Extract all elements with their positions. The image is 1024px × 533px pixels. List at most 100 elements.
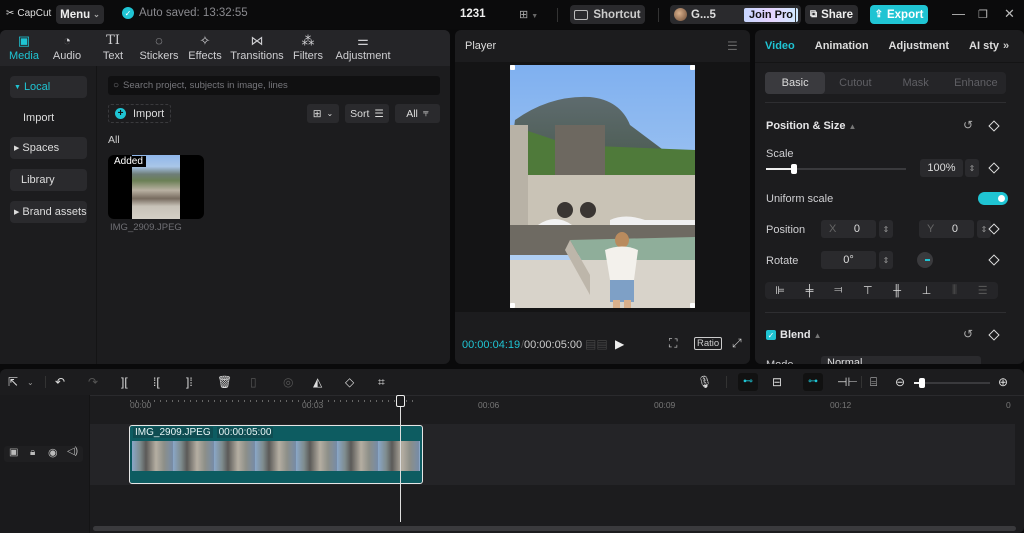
tab-adjustment[interactable]: ⚌ Adjustment bbox=[330, 30, 396, 66]
tab-transitions[interactable]: ⋈ Transitions bbox=[228, 30, 286, 66]
timeline-clip[interactable]: IMG_2909.JPEG 00:00:05:00 bbox=[129, 425, 423, 484]
crop-icon[interactable]: ⌗ bbox=[378, 375, 385, 390]
redo-icon[interactable]: ↷ bbox=[88, 375, 98, 389]
lock-icon[interactable]: 🔒︎ bbox=[30, 447, 35, 458]
resize-handle[interactable] bbox=[690, 303, 695, 308]
split-left-icon[interactable]: ⁞[ bbox=[153, 375, 160, 389]
zoom-out-icon[interactable]: ⊖ bbox=[895, 375, 905, 389]
microphone-icon[interactable]: 🎙 bbox=[697, 375, 712, 389]
position-size-title[interactable]: Position & Size ▲ bbox=[766, 120, 856, 132]
blend-title[interactable]: Blend ▲ bbox=[780, 329, 822, 341]
split-icon[interactable]: ][ bbox=[121, 375, 128, 389]
volume-icon[interactable]: ◁) bbox=[67, 446, 78, 457]
timeline-scrollbar[interactable] bbox=[93, 526, 1016, 531]
blend-mode-select[interactable]: Normal bbox=[821, 356, 981, 364]
tab-ai-style[interactable]: AI sty bbox=[959, 40, 1003, 52]
preview-image[interactable] bbox=[510, 65, 695, 308]
search-input[interactable]: ○ Search project, subjects in image, lin… bbox=[108, 76, 440, 95]
resize-handle[interactable] bbox=[510, 303, 515, 308]
scale-slider[interactable] bbox=[766, 164, 906, 174]
select-cursor-icon[interactable]: ⇱ bbox=[8, 375, 18, 389]
sidebar-item-brand-assets[interactable]: ▶ Brand assets bbox=[10, 201, 87, 223]
blend-checkbox[interactable]: ✓ bbox=[766, 330, 776, 340]
tab-video[interactable]: Video bbox=[755, 40, 805, 52]
fit-timeline-icon[interactable]: ⌸ bbox=[870, 375, 877, 390]
export-button[interactable]: ⇪ Export bbox=[870, 5, 928, 24]
scale-input[interactable]: 100% bbox=[920, 159, 963, 177]
view-mode-button[interactable]: ⊞ ⌄ bbox=[307, 104, 339, 123]
undo-icon[interactable]: ↶ bbox=[55, 375, 65, 389]
track-video-icon[interactable]: ▣ bbox=[9, 447, 18, 458]
scale-slider-handle[interactable] bbox=[791, 164, 797, 174]
align-right-icon[interactable]: ⫤ bbox=[834, 284, 842, 297]
chevron-down-icon[interactable]: ⌄ bbox=[27, 378, 34, 387]
hamburger-menu-icon[interactable]: ☰ bbox=[727, 39, 738, 53]
split-right-icon[interactable]: ]⁞ bbox=[186, 375, 193, 389]
ratio-button[interactable]: Ratio bbox=[694, 337, 723, 350]
align-top-icon[interactable]: ⊤ bbox=[863, 284, 873, 297]
subtab-cutout[interactable]: Cutout bbox=[825, 72, 885, 94]
reset-icon[interactable]: ↺ bbox=[963, 118, 973, 132]
shortcut-button[interactable]: Shortcut bbox=[570, 5, 645, 24]
timeline-zoom-handle[interactable] bbox=[918, 378, 925, 388]
fullscreen-icon[interactable]: ⤢ bbox=[732, 336, 742, 351]
user-account[interactable]: G...5 Join Pro bbox=[670, 5, 801, 24]
close-icon[interactable]: ✕ bbox=[1004, 6, 1015, 22]
position-x-stepper[interactable]: ⇕ bbox=[879, 220, 893, 238]
rotate-input[interactable]: 0° bbox=[821, 251, 876, 269]
timeline-ruler[interactable]: 00:00 00:03 00:06 00:09 00:12 0 bbox=[90, 395, 1024, 414]
rotate-icon[interactable]: ◇ bbox=[345, 375, 354, 389]
menu-button[interactable]: Menu ⌄ bbox=[56, 5, 104, 24]
tab-filters[interactable]: ⁂ Filters bbox=[286, 30, 330, 66]
tab-animation[interactable]: Animation bbox=[805, 40, 879, 52]
reverse-icon[interactable]: ◎ bbox=[283, 375, 293, 389]
tab-media[interactable]: ▣ Media bbox=[4, 30, 44, 66]
reset-icon[interactable]: ↺ bbox=[963, 327, 973, 341]
delete-icon[interactable]: 🗑 bbox=[217, 375, 232, 389]
align-bottom-icon[interactable]: ⊥ bbox=[922, 284, 932, 297]
tab-effects[interactable]: ✧ Effects bbox=[182, 30, 228, 66]
scale-stepper[interactable]: ⇕ bbox=[965, 159, 979, 177]
join-pro-button[interactable]: Join Pro bbox=[743, 7, 798, 22]
tab-adjustment[interactable]: Adjustment bbox=[879, 40, 960, 52]
resize-handle[interactable] bbox=[510, 65, 515, 70]
keyframe-icon[interactable] bbox=[988, 120, 1000, 132]
resize-handle[interactable] bbox=[690, 65, 695, 70]
keyframe-icon[interactable] bbox=[988, 254, 1000, 266]
sidebar-item-library[interactable]: Library bbox=[10, 169, 87, 191]
zoom-in-icon[interactable]: ⊕ bbox=[998, 375, 1008, 389]
playhead-handle[interactable] bbox=[396, 395, 405, 407]
eye-icon[interactable]: ◉ bbox=[48, 446, 58, 459]
minimize-icon[interactable]: — bbox=[952, 6, 965, 21]
keyframe-icon[interactable] bbox=[988, 162, 1000, 174]
sidebar-item-import[interactable]: Import bbox=[10, 107, 87, 129]
rotate-stepper[interactable]: ⇕ bbox=[879, 251, 893, 269]
tab-stickers[interactable]: ◌ Stickers bbox=[136, 30, 182, 66]
mirror-icon[interactable]: ◭ bbox=[313, 375, 322, 389]
position-x-input[interactable]: X 0 bbox=[821, 220, 876, 238]
keyframe-icon[interactable] bbox=[988, 329, 1000, 341]
distribute-v-icon[interactable]: ☰ bbox=[978, 284, 988, 297]
rotate-dial[interactable] bbox=[917, 252, 933, 268]
preview-axis-icon[interactable]: ⊣⊢ bbox=[837, 375, 858, 389]
freeze-icon[interactable]: ▯ bbox=[250, 375, 257, 389]
tab-audio[interactable]: ◔ Audio bbox=[44, 30, 90, 66]
main-track-magnet-icon[interactable]: ⊷ bbox=[738, 373, 758, 391]
restore-icon[interactable]: ❐ bbox=[978, 8, 988, 21]
share-button[interactable]: ⧉ Share bbox=[805, 5, 858, 24]
fit-view-icon[interactable]: ⛶ bbox=[669, 336, 677, 351]
media-item[interactable]: Added bbox=[108, 155, 204, 219]
position-y-input[interactable]: Y 0 bbox=[919, 220, 974, 238]
tab-text[interactable]: TI Text bbox=[90, 30, 136, 66]
subtab-enhance[interactable]: Enhance bbox=[946, 72, 1006, 94]
sidebar-item-local[interactable]: ▼ Local bbox=[10, 76, 87, 98]
auto-snap-icon[interactable]: ⊟ bbox=[772, 375, 782, 389]
sort-button[interactable]: Sort ☰ bbox=[345, 104, 389, 123]
sidebar-item-spaces[interactable]: ▶ Spaces bbox=[10, 137, 87, 159]
uniform-scale-toggle[interactable] bbox=[978, 192, 1008, 205]
distribute-h-icon[interactable]: ⫼ bbox=[952, 284, 957, 297]
timeline-zoom-slider[interactable] bbox=[914, 378, 990, 388]
align-middle-v-icon[interactable]: ╫ bbox=[893, 285, 901, 297]
linkage-icon[interactable]: ⊶ bbox=[803, 373, 823, 391]
subtab-basic[interactable]: Basic bbox=[765, 72, 826, 94]
